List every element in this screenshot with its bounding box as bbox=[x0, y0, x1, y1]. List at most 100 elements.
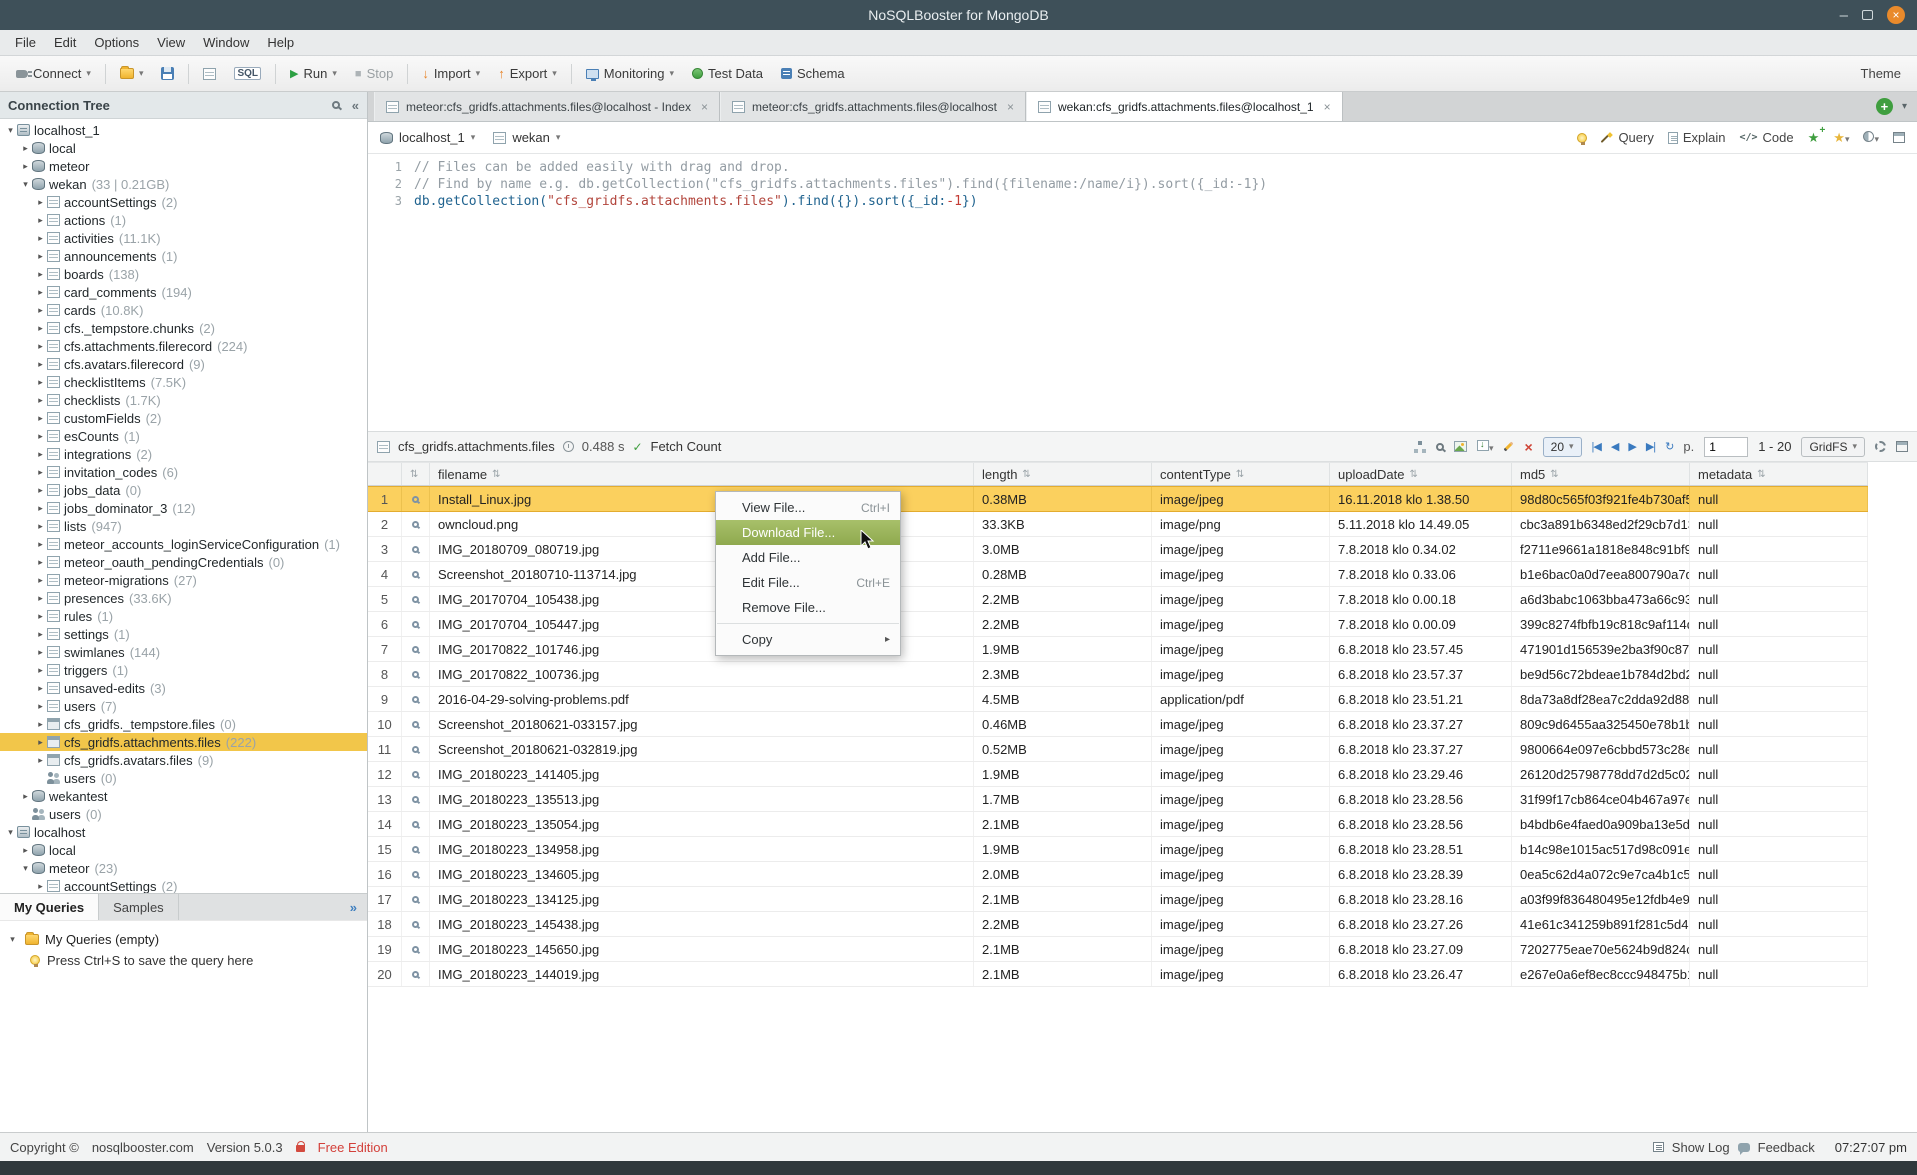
schema-button[interactable]: Schema bbox=[773, 63, 853, 84]
tree-item-meteor[interactable]: ▸meteor bbox=[0, 157, 367, 175]
tree-item-users[interactable]: ▸users(7) bbox=[0, 697, 367, 715]
collapsed-arrow-icon[interactable]: ▸ bbox=[34, 701, 47, 712]
collapsed-arrow-icon[interactable]: ▸ bbox=[34, 503, 47, 514]
table-row[interactable]: 92016-04-29-solving-problems.pdf4.5MBapp… bbox=[368, 687, 1868, 712]
menu-window[interactable]: Window bbox=[194, 30, 258, 56]
tree-item-esCounts[interactable]: ▸esCounts(1) bbox=[0, 427, 367, 445]
tree-item-announcements[interactable]: ▸announcements(1) bbox=[0, 247, 367, 265]
save-button[interactable] bbox=[153, 64, 182, 83]
column-header-metadata[interactable]: metadata⇅ bbox=[1690, 463, 1868, 485]
collapsed-arrow-icon[interactable]: ▸ bbox=[34, 305, 47, 316]
row-preview-cell[interactable] bbox=[402, 487, 430, 511]
context-menu-remove-file[interactable]: Remove File... bbox=[716, 595, 900, 620]
row-preview-cell[interactable] bbox=[402, 512, 430, 536]
table-row[interactable]: 11Screenshot_20180621-032819.jpg0.52MBim… bbox=[368, 737, 1868, 762]
context-menu-view-file[interactable]: View File...Ctrl+I bbox=[716, 495, 900, 520]
tree-item-cfs_gridfs.attachments.files[interactable]: ▸cfs_gridfs.attachments.files(222) bbox=[0, 733, 367, 751]
table-row[interactable]: 20IMG_20180223_144019.jpg2.1MBimage/jpeg… bbox=[368, 962, 1868, 987]
collapsed-arrow-icon[interactable]: ▸ bbox=[34, 269, 47, 280]
tree-item-checklistItems[interactable]: ▸checklistItems(7.5K) bbox=[0, 373, 367, 391]
tree-item-settings[interactable]: ▸settings(1) bbox=[0, 625, 367, 643]
tree-item-wekan[interactable]: ▾wekan(33 | 0.21GB) bbox=[0, 175, 367, 193]
tree-item-accountSettings[interactable]: ▸accountSettings(2) bbox=[0, 877, 367, 893]
export-docs-dropdown[interactable]: ▾ bbox=[1477, 439, 1494, 454]
row-number-header[interactable] bbox=[368, 463, 402, 485]
collapsed-arrow-icon[interactable]: ▸ bbox=[34, 377, 47, 388]
close-tab-icon[interactable]: × bbox=[698, 100, 708, 114]
layout-toggle-icon[interactable] bbox=[1893, 132, 1905, 143]
collapsed-arrow-icon[interactable]: ▸ bbox=[19, 845, 32, 856]
column-header-md5[interactable]: md5⇅ bbox=[1512, 463, 1690, 485]
column-header-uploadDate[interactable]: uploadDate⇅ bbox=[1330, 463, 1512, 485]
collapsed-arrow-icon[interactable]: ▸ bbox=[34, 449, 47, 460]
collapsed-arrow-icon[interactable]: ▸ bbox=[34, 359, 47, 370]
row-preview-cell[interactable] bbox=[402, 562, 430, 586]
tree-item-local[interactable]: ▸local bbox=[0, 841, 367, 859]
collapsed-arrow-icon[interactable]: ▸ bbox=[34, 431, 47, 442]
collapsed-arrow-icon[interactable]: ▸ bbox=[34, 575, 47, 586]
collapsed-arrow-icon[interactable]: ▸ bbox=[34, 755, 47, 766]
code-button[interactable]: </> Code bbox=[1739, 130, 1793, 145]
column-header-filename[interactable]: filename⇅ bbox=[430, 463, 974, 485]
tree-item-boards[interactable]: ▸boards(138) bbox=[0, 265, 367, 283]
collapsed-arrow-icon[interactable]: ▸ bbox=[34, 665, 47, 676]
collapsed-arrow-icon[interactable]: ▸ bbox=[34, 539, 47, 550]
tree-item-customFields[interactable]: ▸customFields(2) bbox=[0, 409, 367, 427]
tree-item-triggers[interactable]: ▸triggers(1) bbox=[0, 661, 367, 679]
tree-item-integrations[interactable]: ▸integrations(2) bbox=[0, 445, 367, 463]
collapsed-arrow-icon[interactable]: ▸ bbox=[19, 143, 32, 154]
first-page-button[interactable]: |◀ bbox=[1592, 440, 1601, 453]
row-preview-cell[interactable] bbox=[402, 637, 430, 661]
collapsed-arrow-icon[interactable]: ▸ bbox=[34, 395, 47, 406]
add-favorite-icon[interactable]: ★ bbox=[1808, 130, 1820, 146]
row-preview-cell[interactable] bbox=[402, 812, 430, 836]
table-row[interactable]: 2owncloud.png33.3KBimage/png5.11.2018 kl… bbox=[368, 512, 1868, 537]
import-button[interactable]: ↓ Import ▾ bbox=[414, 63, 488, 84]
collapsed-arrow-icon[interactable]: ▸ bbox=[34, 485, 47, 496]
menu-help[interactable]: Help bbox=[258, 30, 303, 56]
edit-document-icon[interactable] bbox=[1504, 442, 1514, 452]
prev-page-button[interactable]: ◀ bbox=[1611, 440, 1618, 453]
run-button[interactable]: ▶ Run ▾ bbox=[282, 63, 345, 84]
row-preview-cell[interactable] bbox=[402, 837, 430, 861]
tree-item-meteor_oauth_pendingCredentials[interactable]: ▸meteor_oauth_pendingCredentials(0) bbox=[0, 553, 367, 571]
explain-button[interactable]: Explain bbox=[1668, 130, 1726, 145]
tree-item-users[interactable]: users(0) bbox=[0, 769, 367, 787]
tree-item-unsaved-edits[interactable]: ▸unsaved-edits(3) bbox=[0, 679, 367, 697]
table-row[interactable]: 4Screenshot_20180710-113714.jpg0.28MBima… bbox=[368, 562, 1868, 587]
tree-item-cfs.avatars.filerecord[interactable]: ▸cfs.avatars.filerecord(9) bbox=[0, 355, 367, 373]
tree-item-lists[interactable]: ▸lists(947) bbox=[0, 517, 367, 535]
row-preview-cell[interactable] bbox=[402, 762, 430, 786]
table-row[interactable]: 3IMG_20180709_080719.jpg3.0MBimage/jpeg7… bbox=[368, 537, 1868, 562]
collapsed-arrow-icon[interactable]: ▸ bbox=[34, 467, 47, 478]
collapsed-arrow-icon[interactable]: ▸ bbox=[34, 215, 47, 226]
collapsed-arrow-icon[interactable]: ▸ bbox=[34, 629, 47, 640]
table-row[interactable]: 13IMG_20180223_135513.jpg1.7MBimage/jpeg… bbox=[368, 787, 1868, 812]
export-button[interactable]: ↑ Export ▾ bbox=[490, 63, 565, 84]
tree-item-local[interactable]: ▸local bbox=[0, 139, 367, 157]
row-preview-cell[interactable] bbox=[402, 862, 430, 886]
collapsed-arrow-icon[interactable]: ▸ bbox=[34, 611, 47, 622]
menu-options[interactable]: Options bbox=[85, 30, 148, 56]
tree-item-invitation_codes[interactable]: ▸invitation_codes(6) bbox=[0, 463, 367, 481]
row-preview-cell[interactable] bbox=[402, 662, 430, 686]
column-header-length[interactable]: length⇅ bbox=[974, 463, 1152, 485]
table-row[interactable]: 17IMG_20180223_134125.jpg2.1MBimage/jpeg… bbox=[368, 887, 1868, 912]
collapsed-arrow-icon[interactable]: ▸ bbox=[34, 521, 47, 532]
image-preview-icon[interactable] bbox=[1454, 441, 1467, 452]
refresh-button[interactable]: ↻ bbox=[1665, 440, 1673, 453]
show-log-button[interactable]: Show Log bbox=[1672, 1140, 1730, 1155]
table-row[interactable]: 14IMG_20180223_135054.jpg2.1MBimage/jpeg… bbox=[368, 812, 1868, 837]
tree-item-swimlanes[interactable]: ▸swimlanes(144) bbox=[0, 643, 367, 661]
sql-query-button[interactable]: SQL bbox=[226, 64, 269, 83]
new-tab-button[interactable]: + bbox=[1876, 98, 1893, 115]
tree-item-localhost[interactable]: ▾localhost bbox=[0, 823, 367, 841]
tree-item-cards[interactable]: ▸cards(10.8K) bbox=[0, 301, 367, 319]
expanded-arrow-icon[interactable]: ▾ bbox=[4, 125, 17, 136]
row-preview-cell[interactable] bbox=[402, 962, 430, 986]
tree-item-presences[interactable]: ▸presences(33.6K) bbox=[0, 589, 367, 607]
collapsed-arrow-icon[interactable]: ▸ bbox=[19, 791, 32, 802]
delete-document-icon[interactable]: × bbox=[1524, 439, 1532, 455]
row-preview-cell[interactable] bbox=[402, 537, 430, 561]
collapsed-arrow-icon[interactable]: ▸ bbox=[34, 737, 47, 748]
